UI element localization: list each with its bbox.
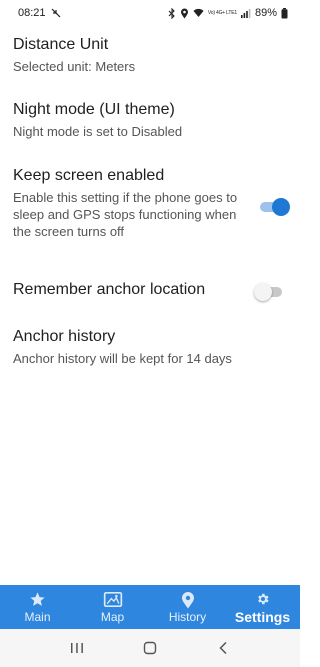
back-icon[interactable] [211, 636, 235, 660]
setting-subtitle: Selected unit: Meters [13, 59, 136, 74]
nav-label: Settings [234, 608, 291, 625]
nav-main[interactable]: Main [0, 585, 75, 629]
nav-label: History [168, 609, 207, 624]
nav-history[interactable]: History [150, 585, 225, 629]
location-pin-icon [181, 591, 195, 609]
remember-anchor-toggle[interactable] [254, 283, 284, 301]
setting-title: Anchor history [13, 328, 116, 345]
network-type: Vo) 4G+ LTE1 [207, 9, 237, 16]
keep-screen-toggle[interactable] [260, 198, 290, 216]
star-icon [29, 591, 46, 609]
home-icon[interactable] [138, 636, 162, 660]
toggle-thumb [254, 283, 272, 301]
setting-anchor-history[interactable]: Anchor history Anchor history will be ke… [0, 327, 300, 367]
signal-icon [240, 8, 251, 18]
bluetooth-icon [168, 7, 176, 19]
setting-distance-unit[interactable]: Distance Unit Selected unit: Meters [0, 35, 300, 75]
battery-percent: 89% [254, 7, 277, 19]
setting-subtitle: Night mode is set to Disabled [13, 124, 183, 139]
system-nav-bar [0, 629, 300, 667]
setting-subtitle: Enable this setting if the phone goes to… [13, 190, 238, 239]
nav-label: Map [100, 609, 125, 624]
toggle-thumb [272, 198, 290, 216]
gear-icon [256, 590, 270, 608]
nav-label: Main [24, 609, 51, 624]
nav-settings[interactable]: Settings [225, 585, 300, 629]
setting-title: Remember anchor location [13, 281, 206, 298]
setting-title: Keep screen enabled [13, 167, 165, 184]
wifi-icon [193, 8, 204, 18]
map-icon [103, 591, 123, 609]
setting-subtitle: Anchor history will be kept for 14 days [13, 351, 232, 366]
setting-title: Distance Unit [13, 36, 109, 53]
missed-call-icon [51, 8, 61, 18]
status-time: 08:21 [18, 7, 46, 19]
setting-night-mode[interactable]: Night mode (UI theme) Night mode is set … [0, 100, 300, 140]
setting-remember-anchor[interactable]: Remember anchor location [0, 280, 300, 301]
setting-title: Night mode (UI theme) [13, 101, 175, 118]
bottom-nav: Main Map History Settings [0, 585, 300, 629]
nav-map[interactable]: Map [75, 585, 150, 629]
status-bar: 08:21 Vo) 4G+ LTE1 89% [0, 0, 300, 26]
setting-keep-screen-enabled[interactable]: Keep screen enabled Enable this setting … [0, 166, 300, 240]
location-icon [180, 8, 189, 19]
recent-apps-icon[interactable] [65, 636, 89, 660]
battery-icon [281, 7, 288, 19]
settings-screen: 08:21 Vo) 4G+ LTE1 89% Distance Unit Sel… [0, 0, 300, 667]
